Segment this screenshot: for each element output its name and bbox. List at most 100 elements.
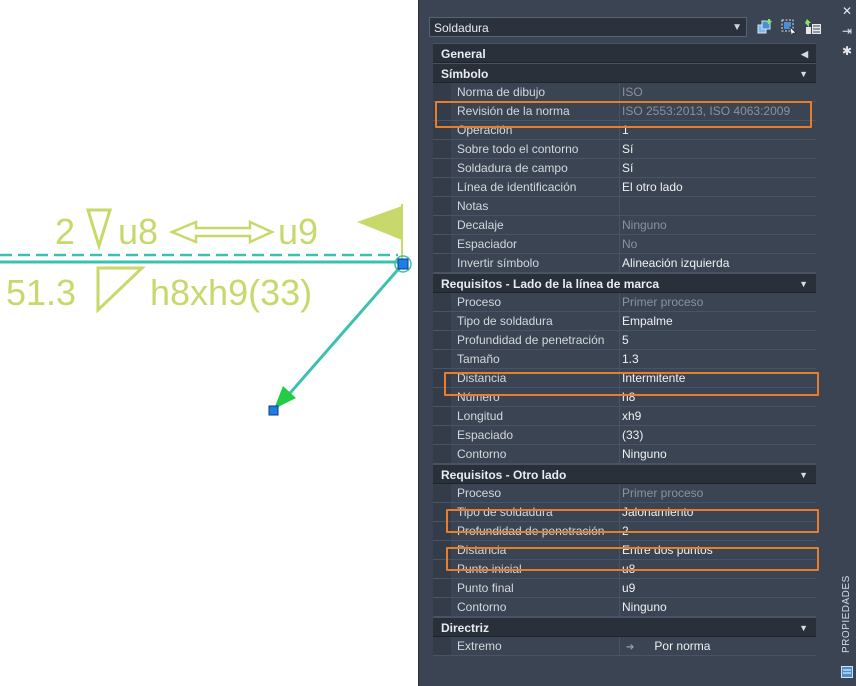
property-row[interactable]: Distancia Intermitente [433, 369, 816, 388]
palette-icon[interactable] [840, 666, 854, 680]
property-value[interactable]: Entre dos puntos [622, 541, 816, 559]
property-row[interactable]: Decalaje Ninguno [433, 216, 816, 235]
property-value[interactable]: Ninguno [622, 216, 816, 234]
section-header[interactable]: Directriz ▼ [433, 617, 816, 637]
arrowhead-icon: ➔ [626, 642, 635, 653]
section-header[interactable]: General ◀ [433, 43, 816, 63]
section-header[interactable]: Símbolo ▼ [433, 63, 816, 83]
row-gutter [433, 560, 451, 578]
property-value[interactable]: ISO 2553:2013, ISO 4063:2009 [622, 102, 816, 120]
arrow-grip[interactable] [268, 405, 279, 416]
property-row[interactable]: Contorno Ninguno [433, 598, 816, 617]
property-row[interactable]: Espaciador No [433, 235, 816, 254]
property-row[interactable]: Proceso Primer proceso [433, 293, 816, 312]
property-row[interactable]: Punto inicial u8 [433, 560, 816, 579]
property-row[interactable]: Distancia Entre dos puntos [433, 541, 816, 560]
property-value[interactable]: xh9 [622, 407, 816, 425]
row-gutter [433, 484, 451, 502]
toggle-pickadd-icon[interactable] [755, 17, 775, 37]
chevron-down-icon[interactable]: ▼ [799, 465, 808, 485]
section-header[interactable]: Requisitos - Lado de la línea de marca ▼ [433, 273, 816, 293]
property-label: Punto inicial [457, 562, 522, 576]
property-label: Espaciador [457, 237, 518, 251]
property-row[interactable]: Extremo ➔ Por norma [433, 637, 816, 656]
property-value[interactable]: Alineación izquierda [622, 254, 816, 272]
property-label: Invertir símbolo [457, 256, 540, 270]
property-row[interactable]: Proceso Primer proceso [433, 484, 816, 503]
property-value[interactable]: Sí [622, 140, 816, 158]
property-row[interactable]: Punto final u9 [433, 579, 816, 598]
property-value[interactable]: 1.3 [622, 350, 816, 368]
quick-select-icon[interactable] [803, 17, 823, 37]
property-row[interactable]: Profundidad de penetración 2 [433, 522, 816, 541]
object-type-label: Soldadura [434, 21, 489, 35]
top-count-text: 2 [55, 211, 75, 252]
close-icon[interactable]: ✕ [840, 4, 854, 18]
gear-icon[interactable]: ✱ [840, 44, 854, 58]
chevron-down-icon[interactable]: ▼ [799, 274, 808, 294]
property-label: Profundidad de penetración [457, 524, 605, 538]
property-value[interactable]: 5 [622, 331, 816, 349]
property-value[interactable]: ➔ Por norma [622, 637, 816, 657]
row-gutter [433, 579, 451, 597]
row-gutter [433, 235, 451, 253]
row-gutter [433, 197, 451, 215]
property-value[interactable]: Primer proceso [622, 484, 816, 502]
top-weld-symbol [85, 208, 113, 252]
property-row[interactable]: Profundidad de penetración 5 [433, 331, 816, 350]
chevron-down-icon[interactable]: ▼ [799, 64, 808, 84]
property-value[interactable]: Empalme [622, 312, 816, 330]
property-row[interactable]: Invertir símbolo Alineación izquierda [433, 254, 816, 273]
section-header[interactable]: Requisitos - Otro lado ▼ [433, 464, 816, 484]
object-type-select[interactable]: Soldadura ▼ [429, 17, 747, 37]
section-title: Directriz [441, 621, 490, 635]
property-row[interactable]: Línea de identificación El otro lado [433, 178, 816, 197]
row-gutter [433, 522, 451, 540]
drawing-canvas[interactable]: 2 u8 u9 51.3 h8xh9(33) [0, 0, 420, 686]
property-row[interactable]: Soldadura de campo Sí [433, 159, 816, 178]
property-row[interactable]: Tipo de soldadura Empalme [433, 312, 816, 331]
properties-palette: Soldadura ▼ General ◀ Símbolo ▼ Norma de dib… [418, 0, 856, 686]
property-row[interactable]: Revisión de la norma ISO 2553:2013, ISO 4… [433, 102, 816, 121]
property-value[interactable]: Sí [622, 159, 816, 177]
property-value[interactable]: ISO [622, 83, 816, 101]
property-value[interactable]: El otro lado [622, 178, 816, 196]
property-label: Operación [457, 123, 513, 137]
property-row[interactable]: Contorno Ninguno [433, 445, 816, 464]
property-label: Distancia [457, 371, 507, 385]
select-objects-icon[interactable] [779, 17, 799, 37]
bottom-dims-text: h8xh9(33) [150, 272, 312, 313]
property-value[interactable]: Ninguno [622, 598, 816, 616]
property-value[interactable]: No [622, 235, 816, 253]
top-start-text: u8 [118, 211, 158, 252]
property-value[interactable]: 2 [622, 522, 816, 540]
property-value[interactable]: Ninguno [622, 445, 816, 463]
property-value[interactable]: (33) [622, 426, 816, 444]
column-separator [619, 484, 620, 502]
property-row[interactable]: Tamaño 1.3 [433, 350, 816, 369]
property-value[interactable]: Jalonamiento [622, 503, 816, 521]
reference-grip[interactable] [397, 258, 409, 270]
property-row[interactable]: Sobre todo el contorno Sí [433, 140, 816, 159]
section-title: Símbolo [441, 67, 489, 81]
property-row[interactable]: Espaciado (33) [433, 426, 816, 445]
property-value[interactable]: Intermitente [622, 369, 816, 387]
chevron-down-icon[interactable]: ▼ [799, 618, 808, 638]
property-row[interactable]: Notas [433, 197, 816, 216]
property-row[interactable]: Norma de dibujo ISO [433, 83, 816, 102]
property-value[interactable]: h8 [622, 388, 816, 406]
property-value[interactable]: Primer proceso [622, 293, 816, 311]
property-value[interactable]: 1 [622, 121, 816, 139]
property-value[interactable]: u9 [622, 579, 816, 597]
chevron-left-icon[interactable]: ◀ [801, 44, 808, 64]
column-separator [619, 140, 620, 158]
property-label: Proceso [457, 486, 502, 500]
property-value[interactable]: u8 [622, 560, 816, 578]
property-row[interactable]: Longitud xh9 [433, 407, 816, 426]
row-gutter [433, 83, 451, 101]
property-row[interactable]: Número h8 [433, 388, 816, 407]
object-selector-bar: Soldadura ▼ [429, 17, 835, 39]
auto-hide-icon[interactable]: ⇥ [840, 24, 854, 38]
property-row[interactable]: Tipo de soldadura Jalonamiento [433, 503, 816, 522]
property-row[interactable]: Operación 1 [433, 121, 816, 140]
